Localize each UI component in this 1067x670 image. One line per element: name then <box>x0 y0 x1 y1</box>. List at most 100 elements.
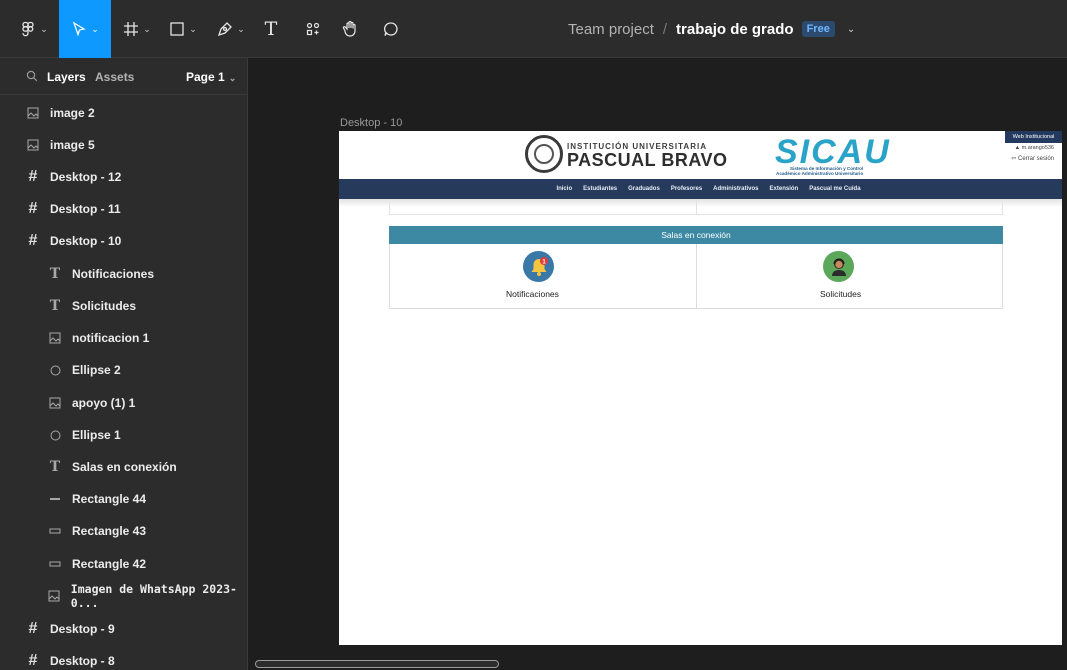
resources-button[interactable] <box>300 0 326 58</box>
toolbar: ⌄ ⌄ ⌄ ⌄ ⌄ T Team project / trabajo de gr… <box>0 0 1067 58</box>
comment-tool-button[interactable] <box>378 0 404 58</box>
hand-tool-button[interactable] <box>337 0 365 58</box>
ellipse-icon <box>48 363 62 377</box>
layer-label: Rectangle 42 <box>72 557 147 571</box>
file-name[interactable]: trabajo de grado <box>676 21 794 38</box>
layer-label: Desktop - 10 <box>50 234 122 248</box>
site-navbar: Inicio Estudiantes Graduados Profesores … <box>339 179 1062 199</box>
frame-icon: # <box>28 652 38 669</box>
layer-item[interactable]: T Salas en conexión <box>0 451 247 483</box>
rectangle-icon <box>48 557 62 571</box>
tab-assets[interactable]: Assets <box>95 70 134 84</box>
layer-item[interactable]: Rectangle 44 <box>0 483 247 515</box>
search-icon[interactable] <box>26 70 38 85</box>
layer-item[interactable]: Ellipse 2 <box>0 354 247 386</box>
comment-icon <box>383 21 399 37</box>
page-selector[interactable]: Page 1 ⌄ <box>186 70 236 84</box>
text-icon: T <box>49 266 61 282</box>
chevron-down-icon: ⌄ <box>143 23 151 34</box>
nav-item: Extensión <box>769 186 799 192</box>
layer-item[interactable]: # Desktop - 8 <box>0 645 247 670</box>
support-agent-icon <box>823 251 854 282</box>
logout-label: Cerrar sesión <box>1017 156 1054 162</box>
chevron-down-icon: ⌄ <box>189 23 197 34</box>
institution-name: PASCUAL BRAVO <box>567 150 728 170</box>
nav-item: Profesores <box>670 186 703 192</box>
web-institucional-link: Web Institucional <box>1005 131 1062 143</box>
layer-item[interactable]: image 5 <box>0 129 247 161</box>
panel-header: Layers Assets Page 1 ⌄ <box>0 58 247 95</box>
page-label: Page 1 <box>186 70 225 84</box>
layer-label: image 5 <box>50 138 95 152</box>
layer-item[interactable]: Rectangle 42 <box>0 548 247 580</box>
user-name: ▲ m.arango536 <box>1014 145 1054 151</box>
layer-label: Desktop - 8 <box>50 654 115 668</box>
frame-icon: # <box>28 200 38 217</box>
layer-item[interactable]: T Notificaciones <box>0 258 247 290</box>
layer-label: Desktop - 11 <box>50 202 121 216</box>
rectangle-icon <box>169 21 185 37</box>
hand-icon <box>342 20 360 38</box>
layer-label: notificacion 1 <box>72 331 150 345</box>
nav-item: Estudiantes <box>583 186 618 192</box>
move-tool-button[interactable]: ⌄ <box>59 0 111 58</box>
layer-item[interactable]: Rectangle 43 <box>0 515 247 547</box>
frame-icon: # <box>28 232 38 249</box>
resources-icon <box>306 22 320 36</box>
table-divider <box>696 244 697 309</box>
layer-item[interactable]: # Desktop - 12 <box>0 161 247 193</box>
layer-item[interactable]: Imagen de WhatsApp 2023-0... <box>0 580 247 612</box>
chevron-down-icon: ⌄ <box>228 73 237 83</box>
previous-table-bottom <box>389 201 1003 215</box>
text-icon: T <box>49 459 61 475</box>
main-menu-button[interactable]: ⌄ <box>14 0 54 58</box>
chevron-down-icon: ⌄ <box>91 23 99 34</box>
layer-label: apoyo (1) 1 <box>72 396 136 410</box>
figma-logo-icon <box>20 21 36 37</box>
image-icon <box>48 589 61 603</box>
layer-item[interactable]: T Solicitudes <box>0 290 247 322</box>
file-title[interactable]: Team project / trabajo de grado Free ⌄ <box>568 0 855 58</box>
sicau-subtitle: Académico Administrativo Universitario <box>776 171 864 176</box>
tab-layers[interactable]: Layers <box>47 70 86 84</box>
text-icon: T <box>49 298 61 314</box>
title-separator: / <box>662 20 668 38</box>
layer-item[interactable]: # Desktop - 9 <box>0 613 247 645</box>
layer-item[interactable]: image 2 <box>0 97 247 129</box>
notificaciones-label: Notificaciones <box>506 289 559 299</box>
layer-item[interactable]: apoyo (1) 1 <box>0 387 247 419</box>
chevron-down-icon: ⌄ <box>40 23 48 34</box>
nav-item: Graduados <box>628 186 660 192</box>
artboard-desktop-10[interactable]: INSTITUCIÓN UNIVERSITARIA PASCUAL BRAVO … <box>339 131 1062 645</box>
image-icon <box>26 138 40 152</box>
layers-panel: Layers Assets Page 1 ⌄ image 2 image 5 # … <box>0 58 248 670</box>
logout-link: ⇦ Cerrar sesión <box>1011 156 1054 162</box>
layer-item[interactable]: # Desktop - 11 <box>0 193 247 225</box>
frame-icon: # <box>28 620 38 637</box>
chevron-down-icon[interactable]: ⌄ <box>847 24 855 35</box>
layer-label: Solicitudes <box>72 299 137 313</box>
frame-tool-button[interactable]: ⌄ <box>117 0 157 58</box>
layer-label: Imagen de WhatsApp 2023-0... <box>70 582 237 610</box>
salas-header: Salas en conexión <box>389 226 1003 244</box>
layer-item[interactable]: notificacion 1 <box>0 322 247 354</box>
layer-item[interactable]: Ellipse 1 <box>0 419 247 451</box>
layer-label: image 2 <box>50 106 95 120</box>
pen-tool-button[interactable]: ⌄ <box>210 0 252 58</box>
layer-label: Notificaciones <box>72 267 155 281</box>
text-icon: T <box>264 18 278 40</box>
horizontal-scrollbar[interactable] <box>255 660 499 668</box>
layer-item[interactable]: # Desktop - 10 <box>0 225 247 257</box>
line-icon <box>48 492 62 506</box>
plan-badge: Free <box>801 21 835 37</box>
text-tool-button[interactable]: T <box>258 0 284 58</box>
chevron-down-icon: ⌄ <box>237 23 245 34</box>
shape-tool-button[interactable]: ⌄ <box>163 0 203 58</box>
nav-item: Pascual me Cuida <box>809 186 861 192</box>
team-name[interactable]: Team project <box>568 21 654 38</box>
notification-bell-icon: 1 <box>523 251 554 282</box>
frame-label[interactable]: Desktop - 10 <box>340 117 402 129</box>
solicitudes-label: Solicitudes <box>820 289 862 299</box>
layer-label: Rectangle 44 <box>72 492 147 506</box>
frame-icon <box>123 21 139 37</box>
